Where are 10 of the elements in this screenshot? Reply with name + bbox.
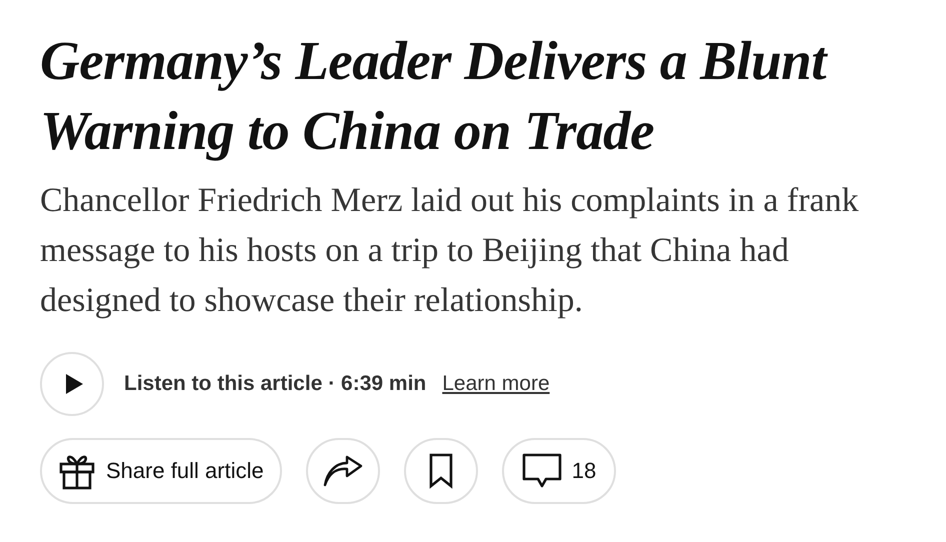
play-icon (64, 373, 84, 395)
headline: Germany’s Leader Delivers a Blunt Warning to China on Trade (40, 29, 829, 163)
arrow-icon (322, 455, 363, 487)
listen-label: Listen to this article · 6:39 min (124, 372, 426, 396)
learn-more-link[interactable]: Learn more (442, 372, 550, 396)
summary: Chancellor Friedrich Merz laid out his complaints in a frank message to his hosts on a trip to Beijing that China had designed to showcase their relationship. (40, 181, 860, 321)
share-full-article-button[interactable]: Share full article (40, 438, 282, 504)
bookmark-icon (428, 453, 453, 489)
comments-button[interactable]: 18 (502, 438, 616, 504)
comment-icon (522, 453, 562, 489)
